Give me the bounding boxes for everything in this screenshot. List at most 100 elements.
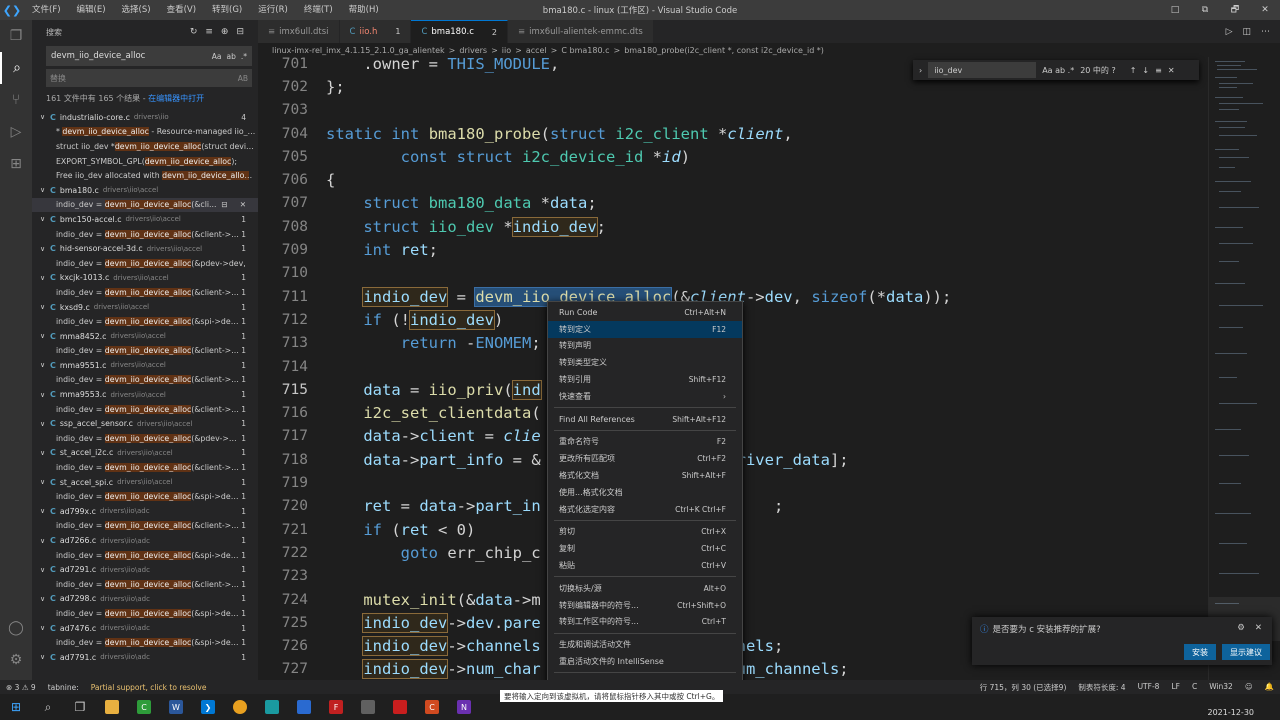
result-match[interactable]: indio_dev = devm_iio_device_alloc(&clien… [32,577,258,592]
replace-icon[interactable]: ⊟ [221,200,227,209]
end-of-line[interactable]: LF [1165,682,1186,693]
language-mode[interactable]: C [1186,682,1203,693]
result-file[interactable]: ∨ Cst_accel_i2c.c drivers\iio\accel 1 [32,446,258,461]
context-menu-item[interactable]: 更改所有匹配项 Ctrl+F2 [548,450,742,467]
result-match[interactable]: indio_dev = devm_iio_device_alloc(&clien… [32,519,258,534]
menu-item[interactable]: 查看(V) [159,0,204,20]
install-button[interactable]: 安装 [1184,644,1216,660]
result-match[interactable]: indio_dev = devm_iio_device_alloc(&spi->… [32,606,258,621]
source-control-icon[interactable]: ⑂ [0,84,32,116]
result-file[interactable]: ∨ Ckxsd9.c drivers\iio\accel 1 [32,300,258,315]
code-line[interactable]: 709 int ret; [258,238,1208,261]
app-orange-icon[interactable]: C [416,694,448,720]
chevron-down-icon[interactable]: ∨ [40,303,50,311]
result-match[interactable]: indio_dev = devm_iio_device_alloc(&spi->… [32,489,258,504]
result-match[interactable]: indio_dev = devm_iio_device_alloc(&spi->… [32,548,258,563]
context-menu-item[interactable]: 使用...格式化文档 [548,484,742,501]
result-file[interactable]: ∨ Cad7476.c drivers\iio\adc 1 [32,621,258,636]
match-word-icon[interactable]: ab [227,52,236,61]
settings-gear-icon[interactable]: ⚙ [0,644,32,676]
context-menu-item[interactable]: 转到声明 [548,338,742,355]
result-match[interactable]: indio_dev = devm_iio_device_alloc(&pdev-… [32,431,258,446]
context-menu-item[interactable]: 格式化选定内容 Ctrl+K Ctrl+F [548,501,742,518]
breadcrumb-item[interactable]: linux-imx-rel_imx_4.1.15_2.1.0_ga_alient… [272,46,445,55]
menu-item[interactable]: 帮助(H) [341,0,387,20]
result-file[interactable]: ∨ Cmma8452.c drivers\iio\accel 1 [32,329,258,344]
chevron-down-icon[interactable]: ∨ [40,215,50,223]
result-match[interactable]: Free iio_dev allocated with devm_iio_dev… [32,168,258,183]
close-find-icon[interactable]: ✕ [1168,66,1175,75]
window-control-icon[interactable]: 🗗 [1220,0,1250,20]
code-line[interactable]: 708 struct iio_dev *indio_dev; [258,215,1208,238]
calculator-icon[interactable] [352,694,384,720]
breadcrumb-item[interactable]: C bma180.c [561,46,609,55]
run-debug-icon[interactable]: ▷ [0,116,32,148]
result-file[interactable]: ∨ Cssp_accel_sensor.c drivers\iio\accel 1 [32,416,258,431]
find-input[interactable]: iio_dev [928,62,1037,78]
prev-match-icon[interactable]: ↑ [1130,66,1137,75]
split-editor-icon[interactable]: ◫ [1242,27,1251,37]
chevron-down-icon[interactable]: ∨ [40,449,50,457]
chevron-down-icon[interactable]: ∨ [40,653,50,661]
context-menu-item[interactable]: 转到工作区中的符号... Ctrl+T [548,614,742,631]
menu-item[interactable]: 选择(S) [114,0,159,20]
chevron-down-icon[interactable]: ∨ [40,566,50,574]
tab-iio-h[interactable]: Ciio.h 1 [339,20,412,43]
window-control-icon[interactable]: ⧉ [1190,0,1220,20]
encoding[interactable]: UTF-8 [1132,682,1166,693]
accounts-icon[interactable]: ◯ [0,612,32,644]
result-file[interactable]: ∨ Cst_accel_spi.c drivers\iio\accel 1 [32,475,258,490]
taskbar-search-icon[interactable]: ⌕ [32,694,64,720]
context-menu-item[interactable]: 重命名符号 F2 [548,434,742,451]
platform[interactable]: Win32 [1203,682,1239,693]
chrome-icon[interactable] [224,694,256,720]
result-match[interactable]: indio_dev = devm_iio_device_alloc(&clien… [32,227,258,242]
filezilla-icon[interactable]: F [320,694,352,720]
chevron-down-icon[interactable]: ∨ [40,274,50,282]
app-red-icon[interactable] [384,694,416,720]
menu-item[interactable]: 运行(R) [250,0,296,20]
menu-item[interactable]: 终端(T) [296,0,341,20]
cursor-position[interactable]: 行 715，列 30 (已选择9) [974,682,1073,693]
refresh-icon[interactable]: ↻ [190,27,198,37]
tabnine-message[interactable]: Partial support, click to resolve [85,683,213,692]
context-menu-item[interactable]: 转到类型定义 [548,354,742,371]
notification-close-icon[interactable]: ✕ [1255,623,1262,633]
minimap[interactable] [1208,57,1280,680]
chevron-down-icon[interactable]: ∨ [40,595,50,603]
tab-size[interactable]: 制表符长度: 4 [1072,682,1131,693]
breadcrumb-item[interactable]: iio [502,46,511,55]
result-file[interactable]: ∨ Cbma180.c drivers\iio\accel [32,183,258,198]
extensions-icon[interactable]: ⊞ [0,148,32,180]
code-line[interactable]: 704 static int bma180_probe(struct i2c_cl… [258,122,1208,145]
find-in-selection-icon[interactable]: ≡ [1155,66,1162,75]
context-menu-item[interactable]: 复制 Ctrl+C [548,540,742,557]
windows-start-icon[interactable]: ⊞ [0,694,32,720]
tab-bma180-c[interactable]: Cbma180.c 2 [411,20,508,43]
next-match-icon[interactable]: ↓ [1142,66,1149,75]
result-file[interactable]: ∨ Cindustrialio-core.c drivers\iio 4 [32,110,258,125]
chevron-down-icon[interactable]: ∨ [40,245,50,253]
search-input[interactable]: devm_iio_device_alloc Aa ab .* [46,46,252,66]
result-file[interactable]: ∨ Cad7266.c drivers\iio\adc 1 [32,533,258,548]
context-menu-item[interactable]: 生成和调试活动文件 [548,636,742,653]
word-icon[interactable]: W [160,694,192,720]
chevron-down-icon[interactable]: ∨ [40,186,50,194]
result-file[interactable]: ∨ Chid-sensor-accel-3d.c drivers\iio\accel… [32,241,258,256]
show-recommendations-button[interactable]: 显示建议 [1222,644,1270,660]
app-green-icon[interactable] [256,694,288,720]
context-menu-item[interactable]: Run Code Ctrl+Alt+N [548,304,742,321]
find-options[interactable]: Aa ab .* [1042,66,1074,75]
search-icon[interactable]: ⌕ [0,52,32,84]
result-match[interactable]: * devm_iio_device_alloc - Resource-manag… [32,125,258,140]
chevron-down-icon[interactable]: ∨ [40,361,50,369]
breadcrumb-item[interactable]: accel [526,46,547,55]
result-match[interactable]: indio_dev = devm_iio_device_alloc(&clien… [32,373,258,388]
result-file[interactable]: ∨ Cad7291.c drivers\iio\adc 1 [32,562,258,577]
code-line[interactable]: 706 { [258,169,1208,192]
result-file[interactable]: ∨ Cbmc150-accel.c drivers\iio\accel 1 [32,212,258,227]
feedback-icon[interactable]: ☺ [1239,682,1259,693]
app-purple-icon[interactable]: N [448,694,480,720]
context-menu-item[interactable]: 快速查看 › [548,388,742,405]
context-menu-item[interactable]: 切换标头/源 Alt+O [548,580,742,597]
